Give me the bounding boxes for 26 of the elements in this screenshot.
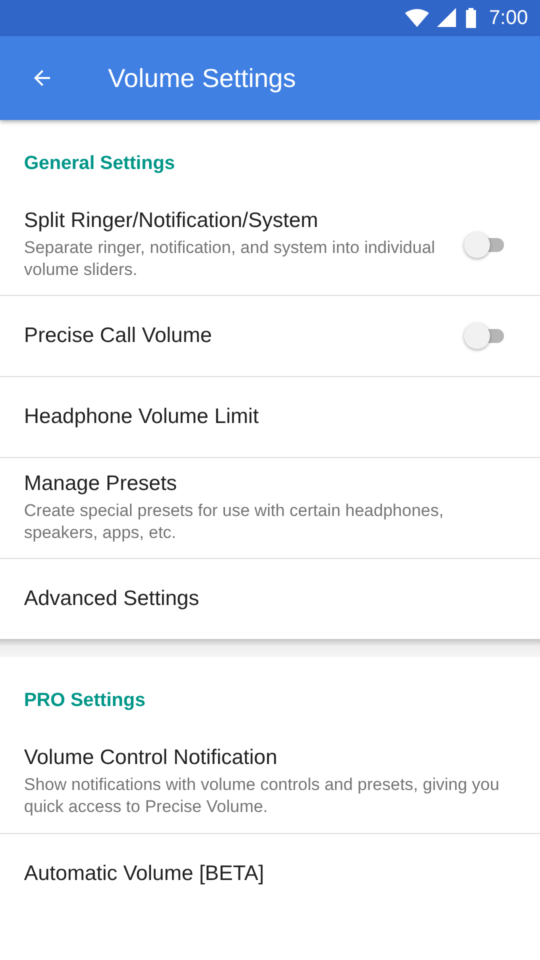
section-header: PRO Settings [23,689,146,714]
item-summary: Separate ringer, notification, and system into individual volume sliders. [24,237,436,282]
settings-item[interactable]: Split Ringer/Notification/System Separate ringer, notification, and system into individual volume sliders. [0,195,540,296]
toggle-switch[interactable] [464,232,504,258]
settings-item[interactable]: Headphone Volume Limit [0,377,540,458]
item-title: Split Ringer/Notification/System [24,209,320,233]
section-header: General Settings [23,152,176,176]
item-title: Automatic Volume [BETA] [24,862,266,886]
wifi-icon [405,8,430,28]
item-title: Headphone Volume Limit [24,405,260,430]
item-title: Volume Control Notification [24,746,278,770]
settings-item[interactable]: Volume Control Notification Show notifications with volume controls and presets, giving you quick access to Precise Volume. [0,732,540,834]
item-summary: Create special presets for use with certain headphones, speakers, apps, etc. [24,500,445,544]
item-summary: Show notifications with volume controls and presets, giving you quick access to Precise Volume. [24,774,500,818]
battery-icon [465,8,478,28]
settings-item[interactable]: Automatic Volume [BETA] [0,834,540,914]
settings-item[interactable]: Manage Presets Create special presets for use with certain headphones, speakers, apps, etc. [0,458,540,560]
toggle-switch[interactable] [464,323,504,350]
item-title: Manage Presets [24,472,178,496]
screen-title: Volume Settings [108,62,296,94]
settings-item[interactable]: Precise Call Volume [0,296,540,378]
signal-icon [437,8,458,28]
item-title: Advanced Settings [24,587,200,612]
item-title: Precise Call Volume [24,324,213,348]
settings-item[interactable]: Advanced Settings [0,559,540,640]
status-time: 7:00 [489,6,528,30]
